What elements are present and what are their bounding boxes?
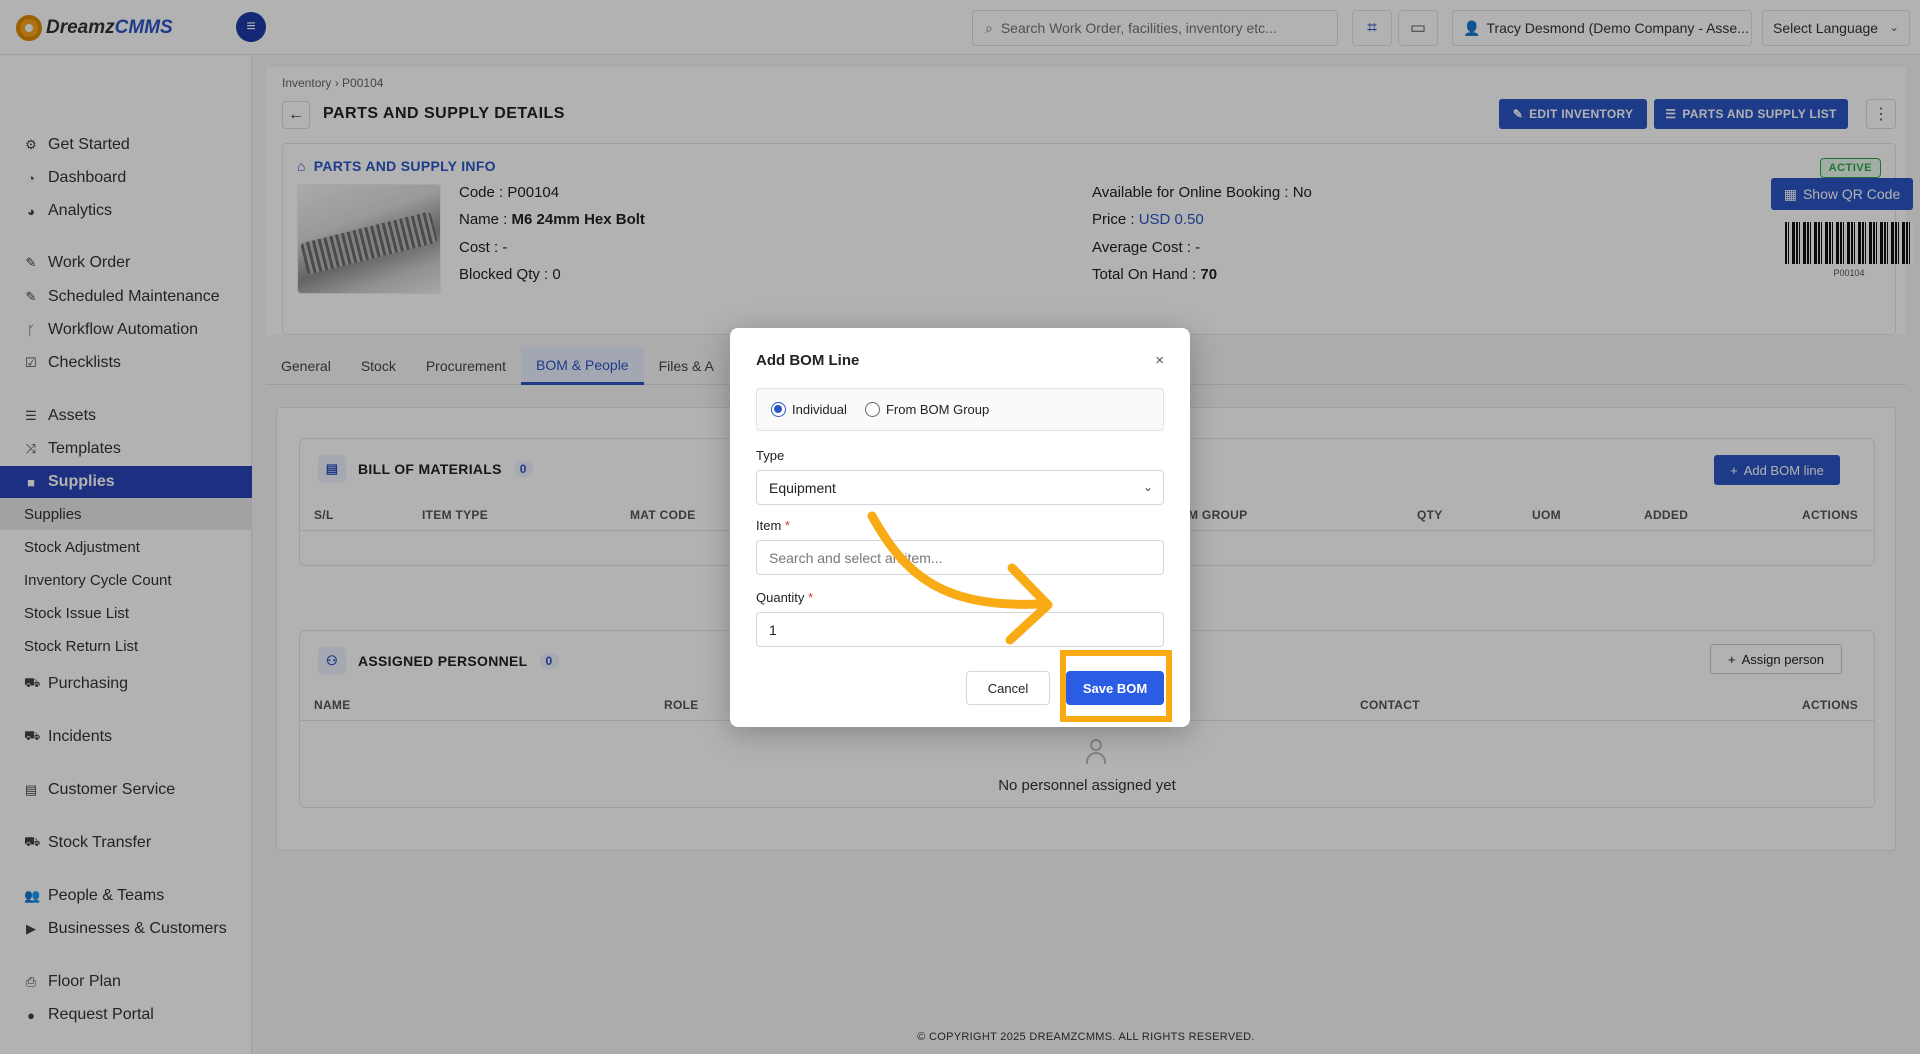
item-label-text: Item (756, 518, 782, 533)
item-placeholder: Search and select an item... (769, 549, 943, 566)
item-label: Item * (756, 518, 790, 533)
item-search-input[interactable]: Search and select an item... (756, 540, 1164, 575)
type-value: Equipment (769, 479, 836, 496)
quantity-input[interactable]: 1 (756, 612, 1164, 647)
type-label: Type (756, 448, 785, 463)
chevron-down-icon: ⌄ (1142, 480, 1153, 494)
quantity-label: Quantity * (756, 590, 813, 605)
close-icon[interactable]: × (1155, 352, 1164, 369)
radio-individual-input[interactable] (771, 402, 786, 417)
radio-from-bom-group[interactable]: From BOM Group (864, 402, 990, 417)
radio-from-bom-group-label: From BOM Group (885, 402, 990, 417)
type-select[interactable]: Equipment ⌄ (756, 470, 1164, 505)
bom-source-radio-group: Individual From BOM Group (756, 388, 1164, 431)
radio-individual-label: Individual (792, 402, 847, 417)
cancel-button[interactable]: Cancel (966, 671, 1050, 705)
radio-individual[interactable]: Individual (771, 402, 847, 417)
quantity-label-text: Quantity (756, 590, 805, 605)
required-mark: * (784, 518, 790, 533)
modal-title: Add BOM Line (756, 352, 860, 369)
required-mark: * (808, 590, 814, 605)
highlight-box (1060, 650, 1172, 722)
radio-from-bom-group-input[interactable] (864, 402, 880, 417)
quantity-value: 1 (769, 621, 777, 638)
